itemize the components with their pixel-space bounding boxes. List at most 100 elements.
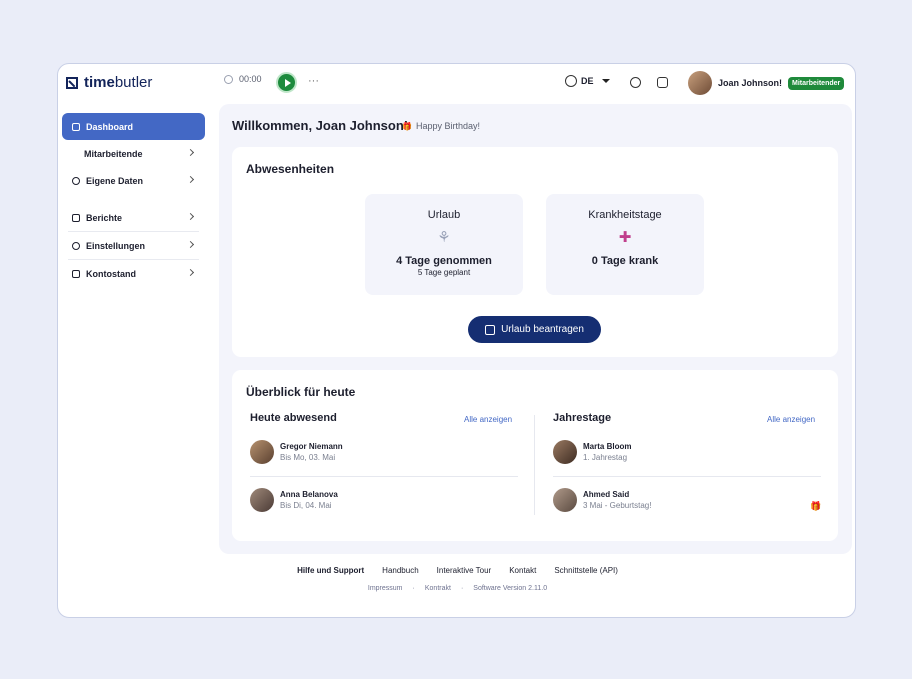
sidebar-item-mitarbeitende[interactable]: Mitarbeitende xyxy=(62,140,205,167)
home-icon xyxy=(72,122,80,131)
person-name: Anna Belanova xyxy=(280,490,338,499)
anniversary-show-all-link[interactable]: Alle anzeigen xyxy=(767,415,815,424)
request-vacation-label: Urlaub beantragen xyxy=(501,324,584,335)
api-link[interactable]: Schnittstelle (API) xyxy=(554,566,618,575)
absent-title: Heute abwesend xyxy=(250,412,337,424)
chevron-right-icon xyxy=(186,175,195,184)
vacation-label: Urlaub xyxy=(427,209,461,221)
sidebar: Dashboard Mitarbeitende Eigene Daten Ber… xyxy=(62,113,205,287)
avatar xyxy=(250,440,274,464)
person-desc: 1. Jahrestag xyxy=(583,453,628,462)
globe-icon xyxy=(565,75,577,87)
list-item[interactable]: Ahmed Said 3 Mai - Geburtstag! xyxy=(553,488,651,512)
gift-icon: 🎁 xyxy=(810,501,822,511)
person-name: Marta Bloom xyxy=(583,442,632,451)
logo-text-bold: time xyxy=(84,74,115,91)
sidebar-item-kontostand[interactable]: Kontostand xyxy=(62,260,205,287)
footer-meta: Impressum · Kontrakt · Software Version … xyxy=(58,585,855,592)
sidebar-item-berichte[interactable]: Berichte xyxy=(62,204,205,231)
sick-stat: Krankheitstage ✚ 0 Tage krank xyxy=(546,194,704,295)
list-item[interactable]: Anna Belanova Bis Di, 04. Mai xyxy=(250,488,338,512)
anniversary-title: Jahrestage xyxy=(553,412,612,424)
sidebar-item-label: Einstellungen xyxy=(86,240,146,251)
timer-value: 00:00 xyxy=(239,74,262,84)
play-button[interactable] xyxy=(276,72,297,93)
more-icon[interactable]: ··· xyxy=(308,75,319,87)
divider xyxy=(553,476,821,477)
absences-title: Abwesenheiten xyxy=(246,162,335,176)
interactive-tour-link[interactable]: Interaktive Tour xyxy=(437,566,492,575)
timer: 00:00 xyxy=(224,74,262,84)
overview-title: Überblick für heute xyxy=(246,385,356,399)
separator: · xyxy=(412,585,415,592)
absent-column: Heute abwesend xyxy=(250,412,337,424)
clock-icon xyxy=(224,74,233,84)
overview-card: Überblick für heute Heute abwesend Alle … xyxy=(232,370,838,541)
sidebar-item-label: Dashboard xyxy=(86,121,134,132)
person-desc: Bis Di, 04. Mai xyxy=(280,501,332,510)
sidebar-item-label: Berichte xyxy=(86,212,123,223)
app-window: timebutler 00:00 ··· DE Joan Johnson! Mi… xyxy=(57,63,856,618)
absences-card: Abwesenheiten Urlaub ⚘ 4 Tage genommen 5… xyxy=(232,147,838,357)
palm-tree-icon: ⚘ xyxy=(437,229,451,246)
chevron-right-icon xyxy=(186,148,195,157)
sick-label: Krankheitstage xyxy=(588,209,662,221)
footer-links: Hilfe und Support Handbuch Interaktive T… xyxy=(58,566,855,575)
medical-kit-icon: ✚ xyxy=(618,229,632,246)
mail-icon[interactable] xyxy=(657,77,668,88)
footer: Hilfe und Support Handbuch Interaktive T… xyxy=(58,566,855,592)
sidebar-item-dashboard[interactable]: Dashboard xyxy=(62,113,205,140)
person-name: Gregor Niemann xyxy=(280,442,343,451)
list-item[interactable]: Marta Bloom 1. Jahrestag xyxy=(553,440,631,464)
help-support-link[interactable]: Hilfe und Support xyxy=(297,566,364,575)
wallet-icon xyxy=(72,269,80,278)
vacation-taken: 4 Tage genommen xyxy=(396,255,492,267)
page-title: Willkommen, Joan Johnson! xyxy=(232,118,409,133)
user-avatar xyxy=(688,71,712,95)
avatar xyxy=(250,488,274,512)
person-name: Ahmed Said xyxy=(583,490,630,499)
birthday-note: Happy Birthday! xyxy=(402,121,480,131)
vacation-planned: 5 Tage geplant xyxy=(417,268,471,277)
separator: · xyxy=(460,585,464,592)
person-desc: Bis Mo, 03. Mai xyxy=(280,453,336,462)
chevron-right-icon xyxy=(186,212,195,221)
vacation-stat: Urlaub ⚘ 4 Tage genommen 5 Tage geplant xyxy=(365,194,523,295)
language-selector[interactable]: DE xyxy=(565,75,610,87)
sick-value: 0 Tage krank xyxy=(591,255,659,267)
software-version: Software Version 2.11.0 xyxy=(473,585,548,592)
manual-link[interactable]: Handbuch xyxy=(382,566,418,575)
sidebar-item-label: Kontostand xyxy=(86,268,136,279)
column-divider xyxy=(534,415,535,515)
sidebar-item-label: Mitarbeitende xyxy=(84,148,143,159)
download-icon xyxy=(485,324,496,335)
chevron-right-icon xyxy=(186,268,195,277)
timebutler-logo[interactable]: timebutler xyxy=(66,74,152,91)
chevron-right-icon xyxy=(186,240,195,249)
user-menu[interactable]: Joan Johnson! Mitarbeitender xyxy=(688,71,845,95)
user-name: Joan Johnson! xyxy=(718,78,783,88)
main-content: Willkommen, Joan Johnson! Happy Birthday… xyxy=(219,104,852,554)
imprint-link[interactable]: Impressum xyxy=(368,585,403,592)
gear-icon xyxy=(72,241,80,250)
avatar xyxy=(553,440,577,464)
anniversary-column: Jahrestage xyxy=(553,412,611,424)
contract-link[interactable]: Kontrakt xyxy=(425,585,451,592)
role-badge: Mitarbeitender xyxy=(788,76,845,90)
print-icon[interactable] xyxy=(630,77,641,88)
language-label: DE xyxy=(581,76,594,86)
top-bar: timebutler 00:00 ··· DE Joan Johnson! Mi… xyxy=(58,64,855,104)
list-item[interactable]: Gregor Niemann Bis Mo, 03. Mai xyxy=(250,440,343,464)
sidebar-item-eigene-daten[interactable]: Eigene Daten xyxy=(62,167,205,194)
divider xyxy=(250,476,518,477)
contact-link[interactable]: Kontakt xyxy=(509,566,536,575)
user-icon xyxy=(72,176,80,185)
request-vacation-button[interactable]: Urlaub beantragen xyxy=(468,316,601,343)
logo-text-light: butler xyxy=(114,74,153,91)
caret-down-icon xyxy=(601,79,610,83)
chart-icon xyxy=(72,213,80,222)
absent-show-all-link[interactable]: Alle anzeigen xyxy=(464,415,512,424)
person-desc: 3 Mai - Geburtstag! xyxy=(583,501,652,510)
sidebar-item-einstellungen[interactable]: Einstellungen xyxy=(62,232,205,259)
